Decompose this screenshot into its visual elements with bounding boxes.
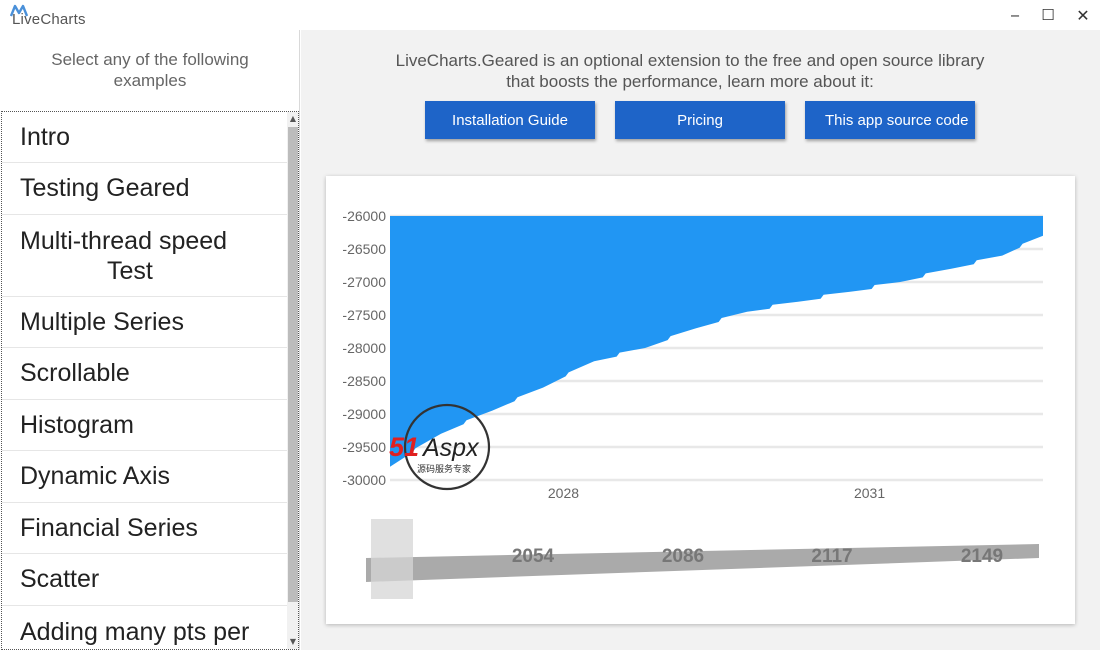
list-item-label: Multi-thread speed: [20, 227, 228, 255]
list-item-label: Scrollable: [20, 359, 130, 387]
watermark: 51 Aspx 源码服务专家: [389, 402, 514, 494]
list-item-label: Dynamic Axis: [20, 462, 171, 490]
list-item-histogram[interactable]: Histogram: [2, 400, 287, 451]
list-item-label: Testing Geared: [20, 174, 190, 202]
sidebar: Select any of the following examples Int…: [0, 30, 300, 650]
y-tick-label: -29500: [342, 439, 386, 455]
scroller-tick-label: 2117: [811, 546, 852, 567]
list-item-label-line2: Test: [107, 257, 153, 285]
y-tick-label: -28500: [342, 373, 386, 389]
scroll-down-icon[interactable]: ▼: [287, 635, 298, 649]
scroller-tick-label: 2149: [961, 546, 1003, 567]
list-item-label: Multiple Series: [20, 307, 184, 336]
y-tick-label: -26000: [342, 208, 386, 224]
intro-line-2: that boosts the performance, learn more …: [506, 72, 874, 91]
watermark-tagline: 源码服务专家: [417, 463, 471, 475]
list-scrollbar[interactable]: ▲ ▼: [287, 112, 298, 649]
x-tick-label: 2028: [548, 485, 579, 501]
list-item-dynamic-axis[interactable]: Dynamic Axis: [2, 451, 287, 503]
list-item-label: Histogram: [20, 410, 134, 439]
list-item-adding-many-pts[interactable]: Adding many pts per: [2, 606, 287, 649]
maximize-button[interactable]: ☐: [1037, 4, 1059, 26]
watermark-brand-suffix: Aspx: [421, 434, 480, 462]
list-item-scrollable[interactable]: Scrollable: [2, 348, 287, 400]
installation-guide-button[interactable]: Installation Guide: [425, 101, 595, 139]
intro-line-1: LiveCharts.Geared is an optional extensi…: [395, 51, 985, 70]
examples-list[interactable]: Intro Testing Geared Multi-thread speed …: [1, 111, 299, 650]
scroller-window-handle: [371, 519, 413, 599]
y-tick-label: -26500: [342, 241, 386, 257]
list-item-label: Financial Series: [20, 513, 198, 542]
y-tick-label: -30000: [342, 472, 386, 488]
app-title: LiveCharts: [12, 11, 86, 28]
intro-text: LiveCharts.Geared is an optional extensi…: [341, 50, 1039, 92]
watermark-brand: 51: [389, 432, 419, 462]
list-item-financial-series[interactable]: Financial Series: [2, 503, 287, 554]
x-tick-label: 2031: [854, 485, 885, 501]
list-item-label: Adding many pts per: [20, 617, 250, 646]
list-item-label: Scatter: [20, 565, 100, 593]
pricing-button[interactable]: Pricing: [615, 101, 785, 139]
list-item-testing-geared[interactable]: Testing Geared: [2, 163, 287, 215]
close-button[interactable]: ✕: [1072, 4, 1094, 26]
app-source-code-button[interactable]: This app source code: [805, 101, 975, 139]
y-tick-label: -27500: [342, 307, 386, 323]
y-tick-label: -28000: [342, 340, 386, 356]
title-bar: LiveCharts ‒ ☐ ✕: [0, 0, 1100, 30]
y-tick-label: -27000: [342, 274, 386, 290]
scroll-up-icon[interactable]: ▲: [287, 112, 298, 126]
list-item-intro[interactable]: Intro: [2, 112, 287, 163]
list-item-scatter[interactable]: Scatter: [2, 554, 287, 606]
list-item-multi-thread-speed-test[interactable]: Multi-thread speed Test: [2, 215, 287, 297]
minimize-button[interactable]: ‒: [1004, 4, 1026, 26]
scroll-thumb[interactable]: [288, 127, 298, 602]
list-item-multiple-series[interactable]: Multiple Series: [2, 297, 287, 348]
chart-svg[interactable]: -26000 -26500 -27000 -27500 -28000 -28500 -290…: [326, 176, 1075, 624]
list-item-label: Intro: [20, 122, 71, 151]
chart-card: -26000 -26500 -27000 -27500 -28000 -28500 -290…: [326, 176, 1075, 624]
y-tick-label: -29000: [342, 406, 386, 422]
scroller-tick-label: 2086: [662, 546, 704, 567]
main-content: LiveCharts.Geared is an optional extensi…: [301, 30, 1100, 650]
app-logo: LiveCharts: [10, 4, 86, 28]
sidebar-header: Select any of the following examples: [51, 50, 249, 90]
scroller-tick-label: 2054: [512, 546, 555, 567]
